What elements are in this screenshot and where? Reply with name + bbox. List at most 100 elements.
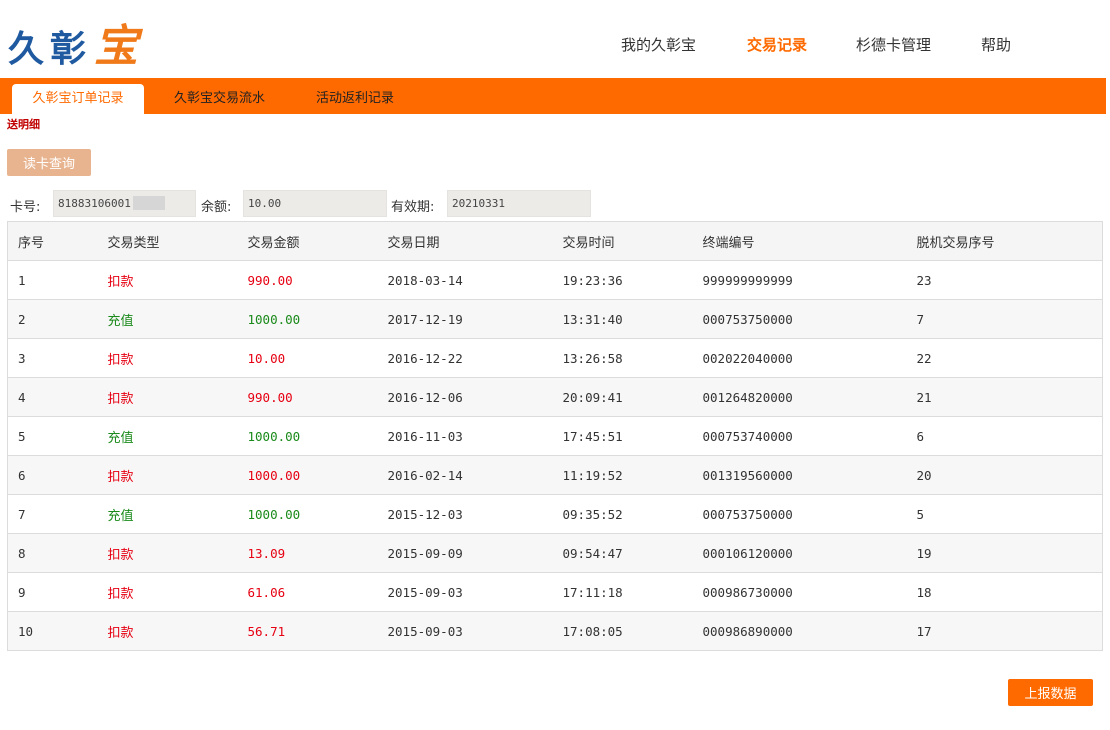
top-nav: 我的久彰宝 交易记录 杉德卡管理 帮助 — [0, 34, 1110, 58]
col-header-time: 交易时间 — [552, 221, 693, 261]
cell-amount: 990.00 — [237, 260, 378, 300]
transaction-table: 序号 交易类型 交易金额 交易日期 交易时间 终端编号 脱机交易序号 1 扣款 … — [7, 221, 1103, 651]
cell-terminal: 000986730000 — [692, 572, 907, 612]
cell-offline-seq: 21 — [906, 377, 1103, 417]
cell-date: 2016-02-14 — [377, 455, 553, 495]
cell-offline-seq: 22 — [906, 338, 1103, 378]
cell-type: 扣款 — [97, 260, 238, 300]
cell-time: 13:26:58 — [552, 338, 693, 378]
cell-time: 09:35:52 — [552, 494, 693, 534]
cell-type: 扣款 — [97, 572, 238, 612]
cell-type: 扣款 — [97, 338, 238, 378]
table-header-row: 序号 交易类型 交易金额 交易日期 交易时间 终端编号 脱机交易序号 — [7, 221, 1103, 261]
cell-type: 充值 — [97, 494, 238, 534]
cell-offline-seq: 7 — [906, 299, 1103, 339]
cell-amount: 1000.00 — [237, 494, 378, 534]
table-row: 7 充值 1000.00 2015-12-03 09:35:52 0007537… — [7, 494, 1103, 534]
cell-date: 2018-03-14 — [377, 260, 553, 300]
table-row: 10 扣款 56.71 2015-09-03 17:08:05 00098689… — [7, 611, 1103, 651]
cell-type: 扣款 — [97, 455, 238, 495]
expiry-label: 有效期: — [391, 200, 435, 215]
cell-time: 09:54:47 — [552, 533, 693, 573]
cell-terminal: 000986890000 — [692, 611, 907, 651]
cell-index: 3 — [7, 338, 98, 378]
cell-time: 17:11:18 — [552, 572, 693, 612]
tab-bar: 久彰宝订单记录 久彰宝交易流水 活动返利记录 — [0, 78, 1106, 114]
cell-amount: 1000.00 — [237, 416, 378, 456]
cell-type: 充值 — [97, 299, 238, 339]
col-header-terminal: 终端编号 — [692, 221, 907, 261]
cell-terminal: 000106120000 — [692, 533, 907, 573]
col-header-type: 交易类型 — [97, 221, 238, 261]
table-row: 5 充值 1000.00 2016-11-03 17:45:51 0007537… — [7, 416, 1103, 456]
nav-item-card-management[interactable]: 杉德卡管理 — [856, 34, 931, 55]
cell-time: 13:31:40 — [552, 299, 693, 339]
cell-offline-seq: 18 — [906, 572, 1103, 612]
cell-time: 17:08:05 — [552, 611, 693, 651]
read-card-button[interactable]: 读卡查询 — [7, 149, 91, 176]
table-row: 3 扣款 10.00 2016-12-22 13:26:58 002022040… — [7, 338, 1103, 378]
col-header-offline-seq: 脱机交易序号 — [906, 221, 1103, 261]
table-row: 8 扣款 13.09 2015-09-09 09:54:47 000106120… — [7, 533, 1103, 573]
cell-terminal: 000753750000 — [692, 494, 907, 534]
cell-time: 17:45:51 — [552, 416, 693, 456]
cell-offline-seq: 19 — [906, 533, 1103, 573]
nav-item-help[interactable]: 帮助 — [981, 34, 1011, 55]
cell-time: 19:23:36 — [552, 260, 693, 300]
cell-date: 2015-09-03 — [377, 572, 553, 612]
cell-offline-seq: 20 — [906, 455, 1103, 495]
cell-type: 扣款 — [97, 611, 238, 651]
detail-link[interactable]: 送明细 — [7, 116, 40, 132]
card-number-field[interactable] — [53, 190, 196, 217]
cell-index: 8 — [7, 533, 98, 573]
cell-index: 10 — [7, 611, 98, 651]
col-header-index: 序号 — [7, 221, 98, 261]
cell-index: 2 — [7, 299, 98, 339]
cell-date: 2016-11-03 — [377, 416, 553, 456]
cell-date: 2015-12-03 — [377, 494, 553, 534]
table-row: 1 扣款 990.00 2018-03-14 19:23:36 99999999… — [7, 260, 1103, 300]
cell-amount: 990.00 — [237, 377, 378, 417]
cell-amount: 56.71 — [237, 611, 378, 651]
cell-time: 11:19:52 — [552, 455, 693, 495]
table-row: 6 扣款 1000.00 2016-02-14 11:19:52 0013195… — [7, 455, 1103, 495]
card-info-row: 卡号: 余额: 有效期: — [0, 190, 1110, 218]
cell-amount: 13.09 — [237, 533, 378, 573]
expiry-field[interactable] — [447, 190, 591, 217]
cell-index: 9 — [7, 572, 98, 612]
tab-transaction-flow[interactable]: 久彰宝交易流水 — [156, 84, 283, 114]
balance-label: 余额: — [201, 200, 232, 215]
cell-index: 4 — [7, 377, 98, 417]
nav-item-my-account[interactable]: 我的久彰宝 — [621, 34, 696, 55]
col-header-date: 交易日期 — [377, 221, 553, 261]
balance-field[interactable] — [243, 190, 387, 217]
redaction-mask — [133, 196, 165, 210]
cell-terminal: 999999999999 — [692, 260, 907, 300]
upload-data-button[interactable]: 上报数据 — [1008, 679, 1093, 706]
cell-index: 7 — [7, 494, 98, 534]
cell-index: 5 — [7, 416, 98, 456]
table-row: 2 充值 1000.00 2017-12-19 13:31:40 0007537… — [7, 299, 1103, 339]
cell-date: 2015-09-03 — [377, 611, 553, 651]
cell-index: 1 — [7, 260, 98, 300]
cell-terminal: 002022040000 — [692, 338, 907, 378]
cell-offline-seq: 23 — [906, 260, 1103, 300]
cell-type: 扣款 — [97, 377, 238, 417]
cell-date: 2017-12-19 — [377, 299, 553, 339]
tab-rebate-records[interactable]: 活动返利记录 — [298, 84, 412, 114]
nav-item-transactions[interactable]: 交易记录 — [747, 34, 807, 55]
cell-date: 2016-12-22 — [377, 338, 553, 378]
cell-terminal: 000753750000 — [692, 299, 907, 339]
cell-amount: 1000.00 — [237, 455, 378, 495]
col-header-amount: 交易金额 — [237, 221, 378, 261]
cell-offline-seq: 5 — [906, 494, 1103, 534]
cell-offline-seq: 6 — [906, 416, 1103, 456]
card-number-label: 卡号: — [10, 200, 41, 215]
cell-terminal: 000753740000 — [692, 416, 907, 456]
cell-type: 充值 — [97, 416, 238, 456]
cell-date: 2016-12-06 — [377, 377, 553, 417]
cell-amount: 61.06 — [237, 572, 378, 612]
cell-offline-seq: 17 — [906, 611, 1103, 651]
tab-order-records[interactable]: 久彰宝订单记录 — [12, 84, 144, 114]
cell-amount: 1000.00 — [237, 299, 378, 339]
